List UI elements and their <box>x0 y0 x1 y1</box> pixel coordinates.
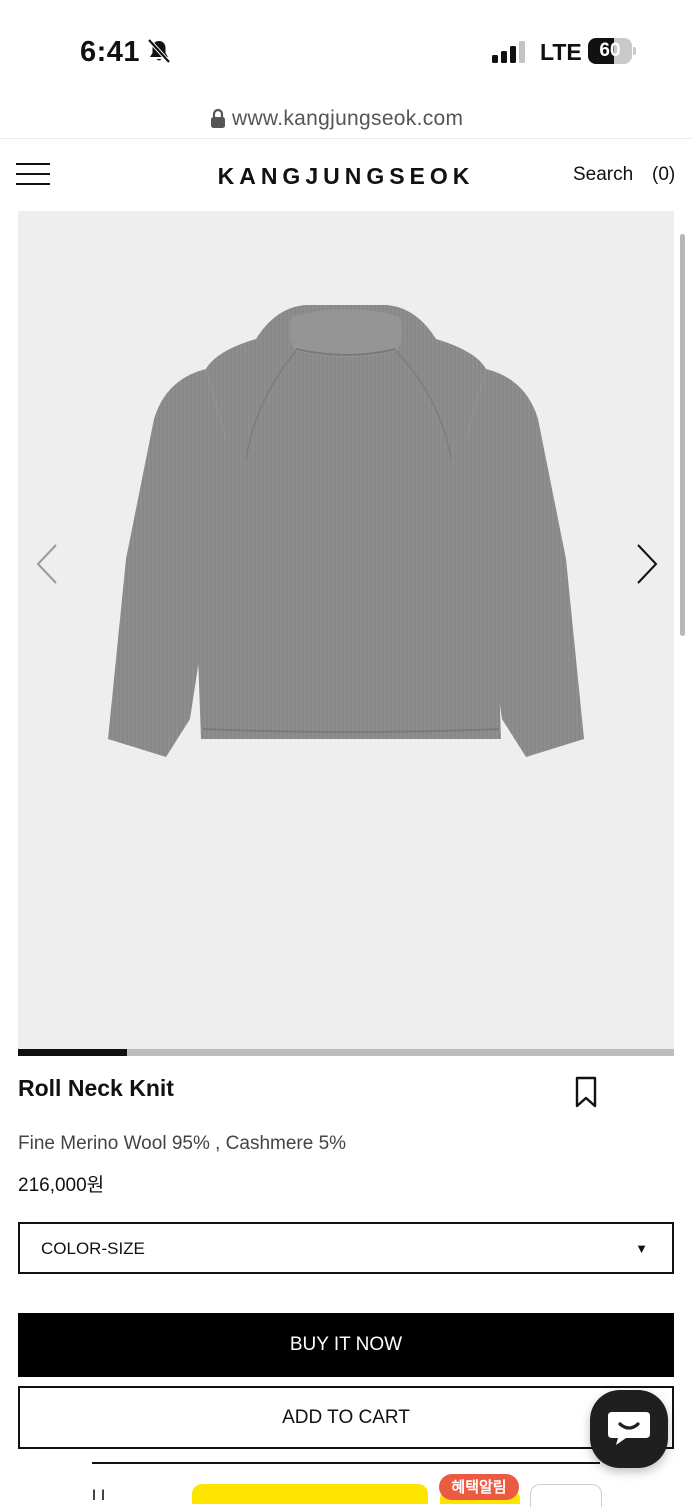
product-price: 216,000원 <box>18 1175 105 1196</box>
product-image-gallery[interactable] <box>18 211 674 1049</box>
page-scrollbar[interactable] <box>680 234 685 636</box>
product-material: Fine Merino Wool 95% , Cashmere 5% <box>18 1133 347 1154</box>
bell-slash-icon <box>147 38 171 64</box>
site-header: KANGJUNGSEOK Search (0) <box>0 139 692 211</box>
status-bar: 6:41 LTE 60 <box>0 0 692 100</box>
status-time: 6:41 <box>80 36 141 68</box>
color-size-select[interactable]: COLOR-SIZE ▼ <box>18 1222 674 1274</box>
url-text: www.kangjungseok.com <box>232 107 464 130</box>
bookmark-icon[interactable] <box>574 1075 598 1109</box>
bottom-partial-text: l l <box>92 1488 105 1500</box>
benefit-alert-badge[interactable]: 혜택알림 <box>439 1474 519 1500</box>
search-link[interactable]: Search <box>573 164 633 186</box>
chevron-left-icon[interactable] <box>32 541 62 587</box>
gallery-progress-bar <box>18 1049 674 1056</box>
gallery-progress-fill <box>18 1049 127 1056</box>
lock-icon <box>211 108 225 128</box>
add-to-cart-button[interactable]: ADD TO CART <box>18 1386 674 1449</box>
bottom-divider <box>92 1462 600 1464</box>
chat-icon <box>608 1412 650 1445</box>
battery-icon: 60 <box>588 38 636 64</box>
kakao-button[interactable] <box>192 1484 428 1504</box>
bottom-outline-button[interactable] <box>530 1484 602 1507</box>
cart-count-link[interactable]: (0) <box>652 164 675 186</box>
product-image <box>108 305 584 757</box>
network-type: LTE <box>540 39 582 65</box>
option-select-label: COLOR-SIZE <box>41 1239 145 1258</box>
chat-button[interactable] <box>590 1390 668 1468</box>
caret-down-icon: ▼ <box>635 1241 648 1256</box>
browser-url-bar[interactable]: www.kangjungseok.com <box>0 100 692 139</box>
product-name: Roll Neck Knit <box>18 1075 174 1101</box>
chevron-right-icon[interactable] <box>632 541 662 587</box>
battery-level: 60 <box>599 40 621 61</box>
signal-icon <box>492 41 525 63</box>
buy-now-button[interactable]: BUY IT NOW <box>18 1313 674 1377</box>
